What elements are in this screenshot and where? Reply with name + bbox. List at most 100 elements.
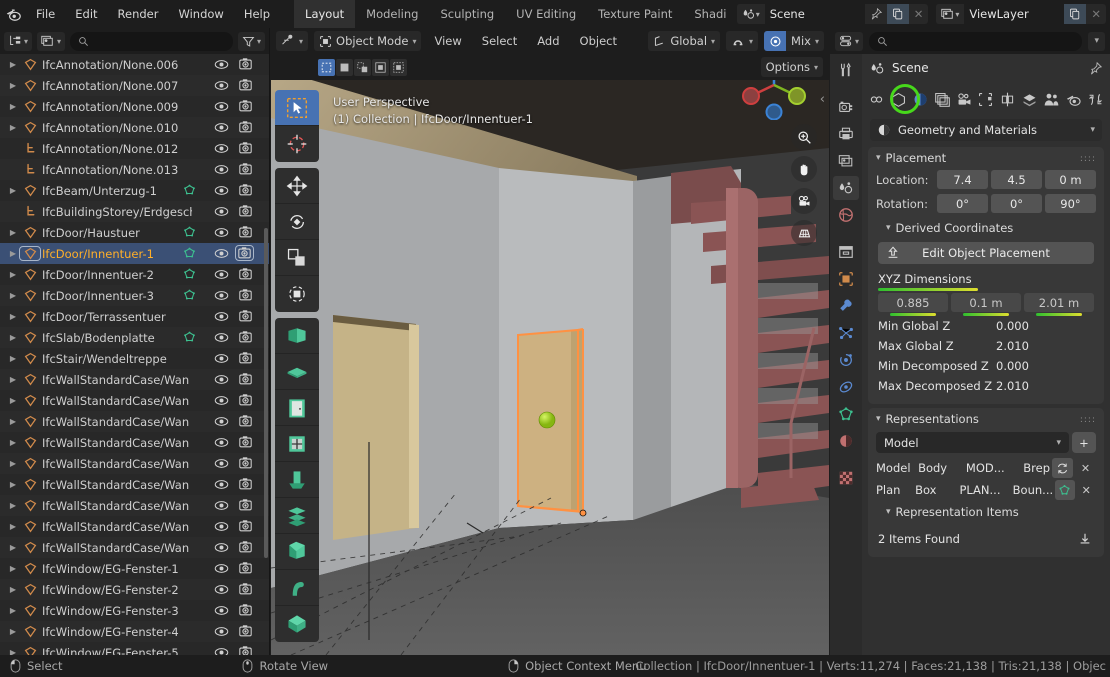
menu-edit[interactable]: Edit [65, 0, 107, 28]
properties-search-input[interactable] [869, 31, 1083, 51]
expand-arrow-icon[interactable]: ▶ [6, 415, 20, 429]
import-icon[interactable] [1074, 529, 1096, 549]
outliner-row[interactable]: ▶ IfcWallStandardCase/Wan [0, 537, 269, 558]
add-representation-button[interactable]: + [1072, 432, 1096, 453]
outliner-display-mode-dropdown[interactable]: ▾ [4, 31, 33, 51]
tab-texture-paint[interactable]: Texture Paint [587, 0, 683, 28]
expand-arrow-icon[interactable]: ▶ [6, 268, 20, 282]
viewport-menu-view[interactable]: View [427, 30, 468, 52]
tool-tweak-select[interactable] [275, 90, 319, 126]
tool-bim-window[interactable] [275, 426, 319, 462]
mesh-data-icon[interactable] [182, 267, 197, 281]
tab-particles-icon[interactable] [833, 321, 859, 345]
tab-uv-editing[interactable]: UV Editing [505, 0, 587, 28]
outliner-search-input[interactable] [70, 31, 233, 51]
tool-bim-duct[interactable] [275, 570, 319, 606]
expand-arrow-icon[interactable]: ▶ [6, 583, 20, 597]
visibility-eye-icon[interactable] [214, 520, 229, 533]
render-visibility-camera-icon[interactable] [238, 267, 253, 281]
tool-bim-slab[interactable] [275, 354, 319, 390]
outliner-row[interactable]: ▶ IfcWallStandardCase/Wan [0, 390, 269, 411]
outliner-tree[interactable]: ▶ IfcAnnotation/None.006 ▶ IfcAnnotation/No… [0, 54, 269, 655]
bim-documentation-icon[interactable] [1021, 90, 1039, 109]
expand-arrow-icon[interactable]: ▶ [6, 331, 20, 345]
expand-arrow-icon[interactable]: ▶ [6, 247, 20, 261]
tab-modeling[interactable]: Modeling [355, 0, 429, 28]
location-z-field[interactable]: 0 m [1045, 170, 1096, 189]
outliner-row[interactable]: ▶ IfcWindow/EG-Fenster-3 [0, 600, 269, 621]
visibility-eye-icon[interactable] [214, 436, 229, 449]
expand-arrow-icon[interactable]: ▶ [6, 184, 20, 198]
mesh-data-icon[interactable] [182, 225, 197, 239]
expand-arrow-icon[interactable]: ▶ [6, 100, 20, 114]
delete-scene-icon[interactable]: ✕ [909, 4, 929, 24]
visibility-eye-icon[interactable] [214, 583, 229, 596]
tab-world-icon[interactable] [833, 203, 859, 227]
outliner-row[interactable]: ▶ IfcDoor/Haustuer [0, 222, 269, 243]
derived-coordinates-subpanel-header[interactable]: ▾ Derived Coordinates [868, 217, 1104, 239]
expand-arrow-icon[interactable]: ▶ [6, 58, 20, 72]
tool-bim-roof[interactable] [275, 534, 319, 570]
viewport-sidebar-toggle-icon[interactable]: ‹ [820, 92, 825, 107]
pan-hand-icon[interactable] [791, 156, 817, 182]
outliner-row[interactable]: ▶ IfcAnnotation/None.006 [0, 54, 269, 75]
outliner-row[interactable]: ▶ IfcWallStandardCase/Wan [0, 369, 269, 390]
outliner-filter-collection-dropdown[interactable]: ▾ [37, 31, 66, 51]
visibility-eye-icon[interactable] [214, 310, 229, 323]
render-visibility-camera-icon[interactable] [238, 120, 253, 134]
menu-help[interactable]: Help [234, 0, 280, 28]
properties-filter-dropdown[interactable]: ▾ [1088, 31, 1105, 51]
bim-object-info-icon[interactable] [890, 90, 908, 109]
snapping-dropdown[interactable]: ▾ [726, 31, 759, 51]
select-subtract-icon[interactable] [354, 58, 371, 76]
mesh-data-icon[interactable] [182, 330, 197, 344]
render-visibility-camera-icon[interactable] [238, 330, 253, 344]
visibility-eye-icon[interactable] [214, 499, 229, 512]
visibility-eye-icon[interactable] [214, 646, 229, 655]
properties-editor-type-dropdown[interactable]: ▾ [835, 31, 864, 51]
menu-render[interactable]: Render [108, 0, 169, 28]
outliner-row[interactable]: IfcAnnotation/None.012 [0, 138, 269, 159]
render-visibility-camera-icon[interactable] [238, 351, 253, 365]
dimension-y-value[interactable]: 0.1 m [951, 293, 1021, 312]
new-viewlayer-icon[interactable] [1064, 4, 1087, 24]
render-visibility-camera-icon[interactable] [238, 204, 253, 218]
visibility-eye-icon[interactable] [214, 373, 229, 386]
representations-panel-header[interactable]: ▾ Representations :::: [868, 408, 1104, 430]
tab-material-icon[interactable] [833, 429, 859, 453]
outliner-row[interactable]: ▶ IfcWindow/EG-Fenster-4 [0, 621, 269, 642]
render-visibility-camera-icon[interactable] [238, 561, 253, 575]
delete-viewlayer-icon[interactable]: ✕ [1086, 4, 1106, 24]
visibility-eye-icon[interactable] [214, 184, 229, 197]
viewport-menu-add[interactable]: Add [530, 30, 566, 52]
proportional-editing-toggle[interactable]: Mix ▾ [764, 31, 824, 51]
mesh-data-icon[interactable] [182, 183, 197, 197]
visibility-eye-icon[interactable] [214, 541, 229, 554]
rotation-y-field[interactable]: 0° [991, 194, 1042, 213]
outliner-scrollbar[interactable] [264, 228, 268, 558]
visibility-eye-icon[interactable] [214, 478, 229, 491]
expand-arrow-icon[interactable]: ▶ [6, 457, 20, 471]
visibility-eye-icon[interactable] [214, 457, 229, 470]
visibility-eye-icon[interactable] [214, 58, 229, 71]
visibility-eye-icon[interactable] [214, 268, 229, 281]
new-scene-icon[interactable] [886, 4, 909, 24]
mesh-data-icon[interactable] [182, 246, 197, 260]
panel-grip-icon[interactable]: :::: [1080, 415, 1096, 425]
expand-arrow-icon[interactable]: ▶ [6, 289, 20, 303]
bim-structural-icon[interactable] [977, 90, 995, 109]
select-intersect-icon[interactable] [390, 58, 407, 76]
bim-blender-bim-icon[interactable] [1064, 90, 1082, 109]
tab-scene-icon[interactable] [833, 176, 859, 200]
expand-arrow-icon[interactable]: ▶ [6, 562, 20, 576]
visibility-eye-icon[interactable] [214, 247, 229, 260]
visibility-eye-icon[interactable] [214, 625, 229, 638]
visibility-eye-icon[interactable] [214, 289, 229, 302]
expand-arrow-icon[interactable]: ▶ [6, 226, 20, 240]
scene-browse-icon[interactable]: ▾ [736, 4, 765, 24]
render-visibility-camera-icon[interactable] [238, 435, 253, 449]
render-visibility-camera-icon[interactable] [238, 372, 253, 386]
render-visibility-camera-icon[interactable] [238, 162, 253, 176]
tab-render-icon[interactable] [833, 95, 859, 119]
tool-transform[interactable] [275, 276, 319, 312]
